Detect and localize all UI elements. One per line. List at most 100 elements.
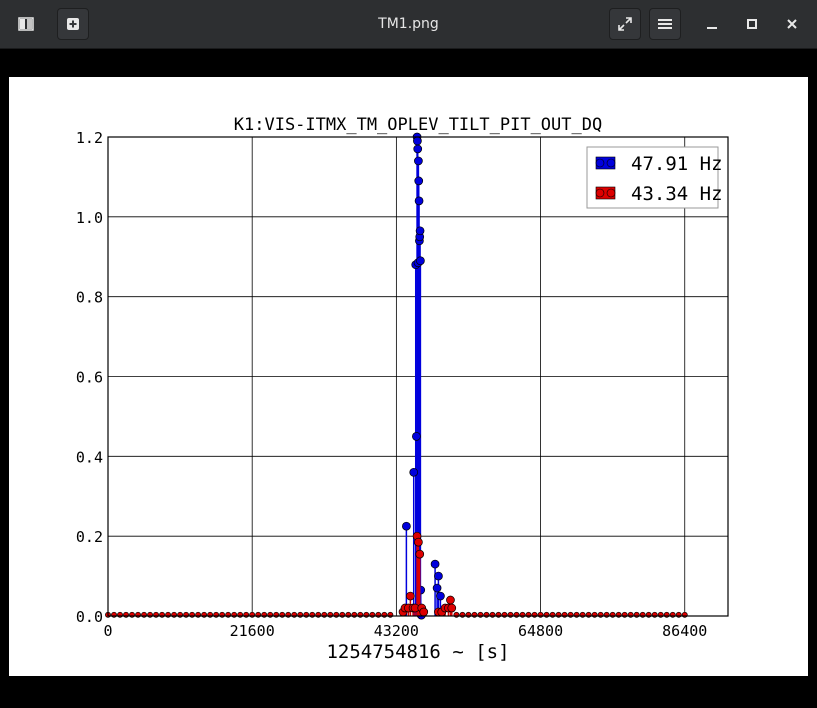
- baseline-point: [507, 611, 514, 618]
- baseline-point: [177, 611, 184, 618]
- baseline-point: [567, 611, 574, 618]
- y-tick-label: 0.8: [76, 289, 103, 307]
- baseline-point: [603, 611, 610, 618]
- baseline-point: [453, 611, 460, 618]
- baseline-point: [471, 611, 478, 618]
- data-point: [419, 607, 429, 617]
- legend-marker: [595, 188, 605, 198]
- legend-marker: [606, 188, 616, 198]
- data-point: [416, 256, 425, 266]
- baseline-point: [477, 611, 484, 618]
- data-point: [414, 156, 423, 166]
- baseline-point: [609, 611, 616, 618]
- close-icon[interactable]: [776, 8, 808, 40]
- baseline-point: [375, 611, 382, 618]
- baseline-point: [585, 611, 592, 618]
- x-tick-label: 86400: [662, 622, 707, 640]
- baseline-point: [117, 611, 123, 618]
- baseline-point: [549, 611, 556, 618]
- data-point: [414, 176, 424, 186]
- sidebar-icon[interactable]: [10, 8, 42, 40]
- baseline-point: [309, 611, 316, 618]
- y-tick-label: 0.2: [76, 528, 103, 546]
- image-viewer-window: TM1.png 0 21600 43200 64800 86400 0.0 0.2 0.4 0.…: [0, 0, 817, 708]
- x-tick-label: 64800: [518, 622, 563, 640]
- data-point: [402, 521, 411, 531]
- baseline-point: [291, 611, 298, 618]
- baseline-point: [621, 611, 628, 618]
- minimize-icon[interactable]: [696, 8, 728, 40]
- y-tick-label: 0.4: [76, 448, 103, 466]
- x-axis-label: 1254754816 ~ [s]: [326, 641, 509, 663]
- baseline-point: [387, 611, 394, 618]
- data-point: [415, 226, 425, 236]
- menu-icon[interactable]: [649, 8, 681, 40]
- data-point: [430, 559, 440, 569]
- y-tick-label: 1.0: [76, 209, 103, 227]
- baseline-point: [129, 611, 135, 618]
- baseline-point: [459, 611, 466, 618]
- baseline-point: [303, 611, 310, 618]
- baseline-point: [495, 611, 502, 618]
- baseline-point: [267, 611, 274, 618]
- baseline-point: [261, 611, 268, 618]
- baseline-point: [669, 611, 676, 618]
- baseline-point: [651, 611, 658, 618]
- baseline-point: [183, 611, 190, 618]
- baseline-point: [501, 611, 508, 618]
- baseline-point: [273, 611, 280, 618]
- baseline-point: [597, 611, 604, 618]
- legend: 47.91 Hz 43.34 Hz: [586, 146, 723, 209]
- baseline-point: [207, 611, 214, 618]
- baseline-point: [561, 611, 568, 618]
- baseline-point: [135, 611, 141, 618]
- baseline-point: [111, 611, 117, 618]
- image-canvas: 0 21600 43200 64800 86400 0.0 0.2 0.4 0.6 0.8 1.0 1…: [9, 77, 808, 676]
- chart-title: K1:VIS-ITMX_TM_OPLEV_TILT_PIT_OUT_DQ: [234, 115, 602, 135]
- baseline-point: [255, 611, 262, 618]
- data-point: [412, 432, 421, 441]
- data-point: [409, 467, 419, 477]
- title-bar: TM1.png: [0, 0, 817, 49]
- y-tick-label: 1.2: [76, 129, 103, 147]
- window-title: TM1.png: [378, 16, 439, 32]
- baseline-point: [627, 611, 634, 618]
- data-point: [446, 595, 455, 605]
- baseline-point: [321, 611, 328, 618]
- baseline-point: [165, 611, 172, 618]
- data-point: [434, 571, 443, 581]
- baseline-point: [465, 611, 472, 618]
- baseline-point: [189, 611, 196, 618]
- maximize-icon[interactable]: [736, 8, 768, 40]
- legend-marker: [606, 158, 616, 168]
- baseline-point: [543, 611, 550, 618]
- baseline-point: [339, 611, 346, 618]
- baseline-point: [279, 611, 286, 618]
- baseline-point: [141, 611, 147, 618]
- data-point: [415, 549, 425, 559]
- baseline-point: [315, 611, 322, 618]
- add-icon[interactable]: [57, 8, 89, 40]
- baseline-point: [531, 611, 538, 618]
- baseline-point: [231, 611, 238, 618]
- baseline-point: [351, 611, 358, 618]
- legend-label: 43.34 Hz: [631, 183, 723, 205]
- baseline-point: [327, 611, 334, 618]
- y-tick-label: 0.6: [76, 369, 103, 387]
- baseline-point: [345, 611, 352, 618]
- baseline-point: [639, 611, 646, 618]
- baseline-point: [195, 611, 202, 618]
- baseline-point: [381, 611, 388, 618]
- baseline-point: [201, 611, 208, 618]
- baseline-point: [483, 611, 490, 618]
- fullscreen-icon[interactable]: [609, 8, 641, 40]
- baseline-point: [147, 611, 154, 618]
- baseline-point: [519, 611, 526, 618]
- legend-label: 47.91 Hz: [631, 153, 723, 175]
- data-point: [406, 591, 415, 601]
- baseline-point: [537, 611, 544, 618]
- baseline-point: [285, 611, 292, 618]
- baseline-point: [369, 611, 376, 618]
- baseline-point: [171, 611, 178, 618]
- baseline-point: [297, 611, 304, 618]
